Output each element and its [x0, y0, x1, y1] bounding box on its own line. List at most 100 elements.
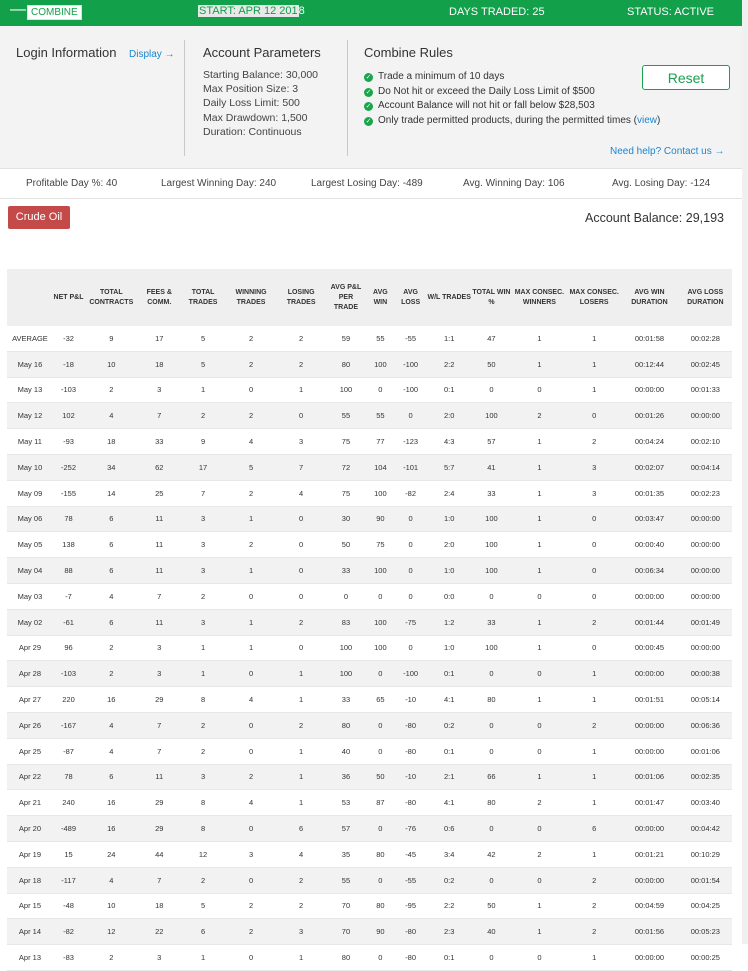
- combine-badge: COMBINE: [27, 5, 82, 20]
- table-cell: 00:00:00: [678, 583, 732, 610]
- table-cell: 50: [472, 351, 511, 378]
- view-link[interactable]: view: [637, 115, 657, 126]
- table-cell: 80: [326, 712, 366, 739]
- table-cell: 00:01:06: [678, 738, 732, 765]
- table-cell: 33: [472, 480, 511, 507]
- table-cell: 78: [52, 506, 85, 533]
- table-cell: 42: [472, 841, 511, 868]
- table-cell: 0: [510, 738, 569, 765]
- table-cell: 00:04:42: [678, 815, 732, 842]
- row-date: May 11: [7, 428, 53, 455]
- table-cell: 17: [138, 326, 181, 352]
- table-row: Apr 22 78 6 11 3 2 1 36 50 -10 2:1 66 1 1 00:01:06 00:0…: [7, 764, 732, 791]
- table-cell: 2: [226, 531, 277, 559]
- table-row: May 05 138 6 11 3 2 0 50 75 0 2:0 100 1 0 00:00:40 00:0…: [7, 531, 732, 559]
- table-cell: 0: [394, 531, 427, 559]
- table-cell: 2: [276, 609, 327, 636]
- table-cell: 0: [394, 557, 427, 584]
- table-cell: 0: [226, 660, 277, 688]
- table-cell: 0: [276, 506, 327, 533]
- table-cell: 100: [365, 480, 395, 507]
- table-cell: 7: [138, 583, 181, 610]
- table-cell: 4:1: [426, 686, 473, 713]
- table-row: AVERAGE -32 9 17 5 2 2 59 55 -55 1:1 47 1 1 00:01:58 00…: [7, 326, 732, 352]
- table-cell: -489: [52, 815, 85, 842]
- table-cell: 00:00:00: [620, 583, 679, 610]
- table-cell: 33: [138, 428, 181, 455]
- table-cell: 1: [510, 454, 569, 481]
- table-cell: 4: [226, 428, 277, 455]
- table-cell: 11: [138, 557, 181, 584]
- table-cell: 25: [138, 480, 181, 507]
- login-info-title: Login Information: [16, 45, 117, 60]
- table-cell: 00:04:24: [620, 428, 679, 455]
- table-cell: 00:01:51: [620, 686, 679, 713]
- table-cell: -100: [394, 377, 427, 404]
- table-cell: 0:1: [426, 944, 473, 971]
- table-cell: 1: [510, 326, 569, 352]
- table-cell: 33: [472, 609, 511, 636]
- table-cell: 2: [226, 893, 277, 920]
- collapse-icon[interactable]: —: [10, 1, 26, 19]
- start-date-prefix: START: APR 12 201: [198, 5, 299, 17]
- table-cell: 1: [568, 789, 621, 817]
- table-cell: 240: [52, 789, 85, 817]
- column-header: LOSING TRADES: [276, 269, 327, 326]
- table-row: Apr 15 -48 10 18 5 2 2 70 80 -95 2:2 50 1 2 00:04:59 00…: [7, 893, 732, 920]
- table-cell: 0: [365, 712, 395, 739]
- table-cell: 4: [84, 402, 139, 430]
- table-cell: 1: [568, 326, 621, 352]
- table-cell: 0:1: [426, 377, 473, 404]
- table-row: May 11 -93 18 33 9 4 3 75 77 -123 4:3 57 1 2 00:04:24 0…: [7, 428, 732, 455]
- table-cell: 00:00:00: [620, 944, 679, 971]
- table-cell: -80: [394, 918, 427, 946]
- rule-item: ✓ Do Not hit or exceed the Daily Loss Lim…: [364, 85, 660, 100]
- row-date: Apr 14: [7, 918, 53, 946]
- table-cell: 29: [138, 789, 181, 817]
- table-row: Apr 29 96 2 3 1 1 0 100 100 0 1:0 100 1 0 00:00:45 00:0…: [7, 635, 732, 662]
- rule-text: Only trade permitted products, during th…: [378, 114, 631, 126]
- row-date: Apr 28: [7, 660, 53, 688]
- table-cell: -55: [394, 326, 427, 352]
- stat-profitable-day: Profitable Day %: 40: [26, 178, 118, 189]
- table-cell: 70: [326, 918, 366, 946]
- table-cell: 0: [510, 377, 569, 404]
- table-cell: 7: [138, 738, 181, 765]
- table-row: Apr 26 -167 4 7 2 0 2 80 0 -80 0:2 0 0 2 00:00:00 00:06…: [7, 712, 732, 739]
- param-max-position: Max Position Size: 3: [203, 83, 299, 96]
- table-cell: 0: [276, 635, 327, 662]
- table-cell: 00:00:45: [620, 635, 679, 662]
- check-circle-icon: ✓: [364, 102, 373, 112]
- table-cell: 0:1: [426, 738, 473, 765]
- row-date: Apr 29: [7, 635, 53, 662]
- table-cell: -82: [394, 480, 427, 507]
- column-header: AVG WIN: [365, 269, 395, 326]
- row-date: Apr 22: [7, 764, 53, 791]
- reset-button[interactable]: Reset: [642, 65, 730, 90]
- table-cell: 1: [226, 557, 277, 584]
- table-cell: 3: [276, 918, 327, 946]
- table-cell: 1: [226, 506, 277, 533]
- display-link[interactable]: Display →: [129, 49, 175, 60]
- table-cell: -117: [52, 867, 85, 894]
- help-contact-link[interactable]: Need help? Contact us →: [610, 146, 725, 157]
- table-row: Apr 14 -82 12 22 6 2 3 70 90 -80 2:3 40 1 2 00:01:56 00…: [7, 918, 732, 946]
- table-cell: 0: [226, 867, 277, 894]
- crude-oil-button[interactable]: Crude Oil: [8, 206, 70, 229]
- check-circle-icon: ✓: [364, 73, 373, 82]
- check-circle-icon: ✓: [364, 87, 373, 97]
- table-cell: 2:1: [426, 764, 473, 791]
- table-cell: 8: [180, 686, 227, 713]
- table-cell: 2: [568, 609, 621, 636]
- table-cell: 90: [365, 918, 395, 946]
- table-cell: 24: [84, 841, 139, 868]
- table-row: May 03 -7 4 7 2 0 0 0 0 0 0:0 0 0 0 00:00:00 00:00:00: [7, 583, 732, 610]
- table-cell: 0: [226, 583, 277, 610]
- summary-stats: Profitable Day %: 40 Largest Winning Day…: [0, 168, 748, 199]
- table-cell: 80: [472, 686, 511, 713]
- scrollbar[interactable]: [742, 0, 748, 944]
- table-cell: 0: [472, 377, 511, 404]
- table-cell: 00:01:26: [620, 402, 679, 430]
- table-cell: -7: [52, 583, 85, 610]
- table-cell: 7: [138, 712, 181, 739]
